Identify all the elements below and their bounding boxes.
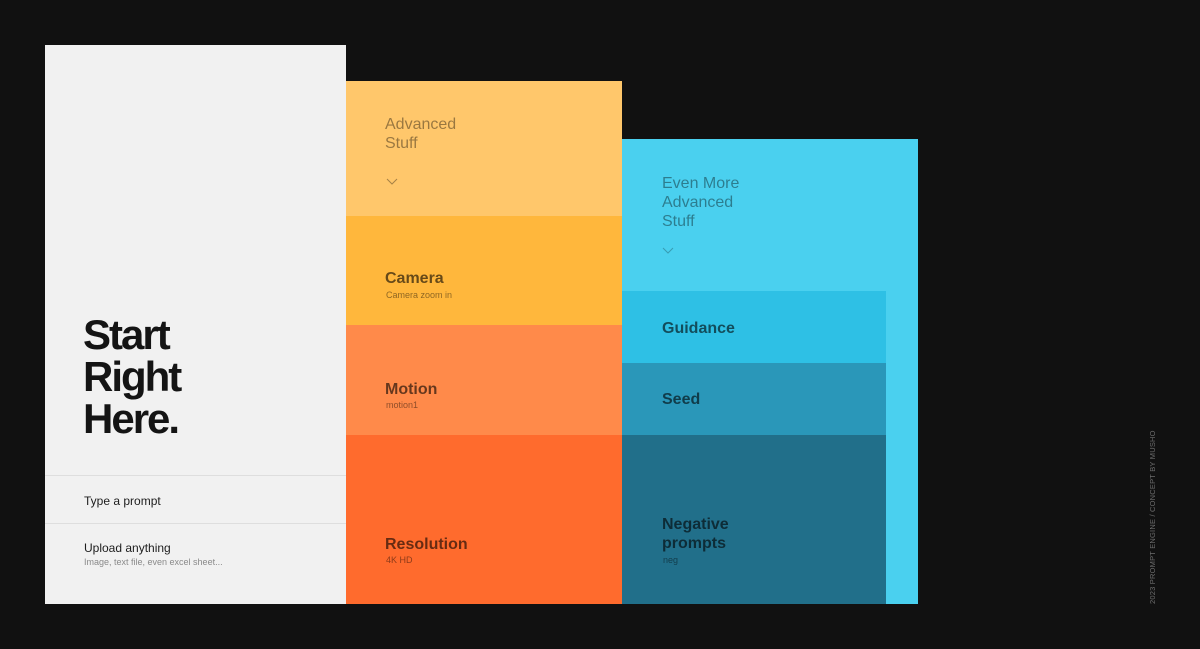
resolution-value: 4K HD bbox=[386, 555, 413, 565]
negative-prompts-label: Negative prompts bbox=[662, 515, 729, 553]
hero-line-3: Here. bbox=[83, 395, 180, 442]
chevron-down-icon[interactable] bbox=[662, 247, 674, 255]
negative-label-line-1: Negative bbox=[662, 516, 729, 533]
negative-label-line-2: prompts bbox=[662, 535, 726, 552]
more-advanced-line-1: Even More bbox=[662, 175, 740, 192]
hero-line-1: Start bbox=[83, 311, 171, 358]
camera-label: Camera bbox=[385, 270, 444, 287]
motion-option[interactable]: Motion motion1 bbox=[346, 325, 622, 435]
advanced-title-line-1: Advanced bbox=[385, 116, 457, 133]
advanced-stuff-toggle[interactable]: Advanced Stuff bbox=[346, 81, 622, 216]
resolution-label: Resolution bbox=[385, 536, 468, 553]
upload-dropzone[interactable]: Upload anything Image, text file, even e… bbox=[45, 523, 346, 605]
resolution-option[interactable]: Resolution 4K HD bbox=[346, 435, 622, 604]
motion-value: motion1 bbox=[386, 400, 419, 410]
camera-value: Camera zoom in bbox=[386, 290, 453, 300]
prompt-input-label: Type a prompt bbox=[84, 494, 161, 508]
prompt-input[interactable]: Type a prompt bbox=[45, 475, 346, 524]
negative-prompts-option[interactable]: Negative prompts neg bbox=[622, 435, 886, 604]
guidance-option[interactable]: Guidance bbox=[622, 291, 886, 363]
seed-label: Seed bbox=[662, 391, 701, 408]
chevron-down-icon[interactable] bbox=[386, 178, 398, 186]
upload-hint: Image, text file, even excel sheet... bbox=[84, 557, 223, 567]
more-advanced-line-2: Advanced bbox=[662, 194, 734, 211]
seed-option[interactable]: Seed bbox=[622, 363, 886, 435]
upload-label: Upload anything bbox=[84, 541, 171, 555]
camera-option[interactable]: Camera Camera zoom in bbox=[346, 216, 622, 325]
hero-title: Start Right Here. bbox=[83, 311, 182, 442]
start-panel: Start Right Here. Type a prompt Upload a… bbox=[45, 45, 346, 604]
more-advanced-line-3: Stuff bbox=[662, 213, 695, 230]
credit-text: 2023 PROMPT ENGINE / CONCEPT BY MUSHO bbox=[1148, 430, 1157, 604]
guidance-label: Guidance bbox=[662, 320, 735, 337]
advanced-stuff-title: Advanced Stuff bbox=[385, 115, 456, 153]
advanced-title-line-2: Stuff bbox=[385, 135, 418, 152]
motion-label: Motion bbox=[385, 381, 438, 398]
hero-line-2: Right bbox=[83, 353, 182, 400]
even-more-advanced-title: Even More Advanced Stuff bbox=[662, 174, 739, 231]
negative-prompts-value: neg bbox=[663, 555, 679, 565]
